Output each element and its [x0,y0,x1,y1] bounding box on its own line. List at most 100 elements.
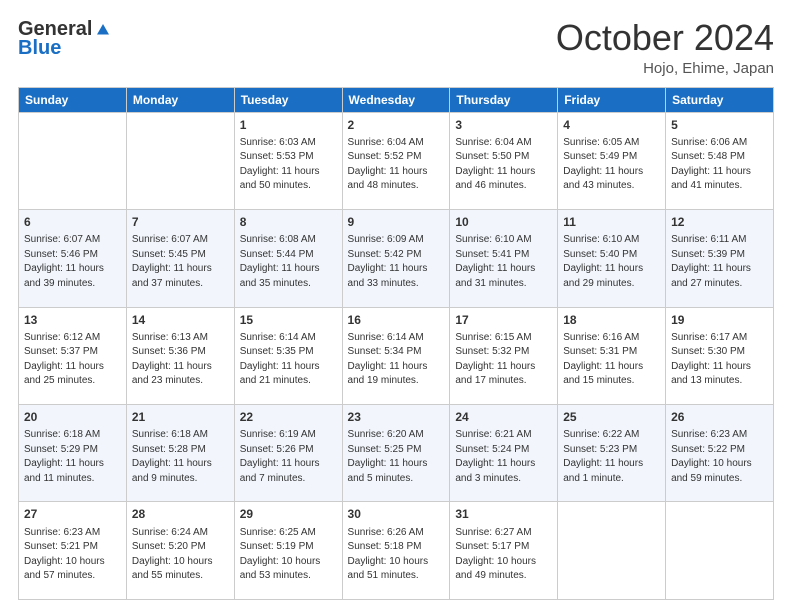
daylight-text: Daylight: 11 hours and 41 minutes. [671,166,751,192]
day-number: 24 [455,409,552,426]
day-number: 1 [240,117,337,134]
sunrise-text: Sunrise: 6:15 AM [455,332,531,343]
sunset-text: Sunset: 5:22 PM [671,444,745,455]
daylight-text: Daylight: 11 hours and 43 minutes. [563,166,643,192]
daylight-text: Daylight: 10 hours and 53 minutes. [240,556,321,582]
daylight-text: Daylight: 11 hours and 31 minutes. [455,263,535,289]
sunset-text: Sunset: 5:17 PM [455,541,529,552]
calendar-cell: 5Sunrise: 6:06 AMSunset: 5:48 PMDaylight… [666,112,774,209]
sunrise-text: Sunrise: 6:09 AM [348,234,424,245]
day-header-friday: Friday [558,87,666,112]
page: General Blue October 2024 Hojo, Ehime, J… [0,0,792,612]
sunset-text: Sunset: 5:53 PM [240,151,314,162]
sunset-text: Sunset: 5:28 PM [132,444,206,455]
sunset-text: Sunset: 5:50 PM [455,151,529,162]
sunset-text: Sunset: 5:42 PM [348,249,422,260]
day-number: 3 [455,117,552,134]
sunrise-text: Sunrise: 6:11 AM [671,234,746,245]
week-row-3: 13Sunrise: 6:12 AMSunset: 5:37 PMDayligh… [19,307,774,404]
daylight-text: Daylight: 11 hours and 1 minute. [563,458,643,484]
calendar-cell: 6Sunrise: 6:07 AMSunset: 5:46 PMDaylight… [19,210,127,307]
sunrise-text: Sunrise: 6:23 AM [671,429,747,440]
logo-blue: Blue [18,37,61,60]
daylight-text: Daylight: 11 hours and 29 minutes. [563,263,643,289]
daylight-text: Daylight: 11 hours and 23 minutes. [132,361,212,387]
sunrise-text: Sunrise: 6:13 AM [132,332,208,343]
sunset-text: Sunset: 5:36 PM [132,346,206,357]
daylight-text: Daylight: 11 hours and 3 minutes. [455,458,535,484]
month-title: October 2024 [556,18,774,58]
sunset-text: Sunset: 5:40 PM [563,249,637,260]
daylight-text: Daylight: 11 hours and 15 minutes. [563,361,643,387]
header: General Blue October 2024 Hojo, Ehime, J… [18,18,774,77]
sunrise-text: Sunrise: 6:19 AM [240,429,316,440]
sunset-text: Sunset: 5:20 PM [132,541,206,552]
daylight-text: Daylight: 10 hours and 51 minutes. [348,556,429,582]
week-row-1: 1 Sunrise: 6:03 AM Sunset: 5:53 PM Daylight… [19,112,774,209]
sunset-text: Sunset: 5:48 PM [671,151,745,162]
sunrise-text: Sunrise: 6:22 AM [563,429,639,440]
day-header-wednesday: Wednesday [342,87,450,112]
sunset-text: Sunset: 5:26 PM [240,444,314,455]
sunset-text: Sunset: 5:35 PM [240,346,314,357]
sunset-text: Sunset: 5:41 PM [455,249,529,260]
calendar-cell: 10Sunrise: 6:10 AMSunset: 5:41 PMDayligh… [450,210,558,307]
daylight-text: Daylight: 10 hours and 55 minutes. [132,556,213,582]
calendar-cell: 2Sunrise: 6:04 AMSunset: 5:52 PMDaylight… [342,112,450,209]
calendar-cell: 22Sunrise: 6:19 AMSunset: 5:26 PMDayligh… [234,405,342,502]
day-number: 19 [671,312,768,329]
logo-icon [94,21,112,39]
daylight-text: Daylight: 11 hours and 21 minutes. [240,361,320,387]
day-header-saturday: Saturday [666,87,774,112]
calendar-cell: 13Sunrise: 6:12 AMSunset: 5:37 PMDayligh… [19,307,127,404]
calendar-cell: 17Sunrise: 6:15 AMSunset: 5:32 PMDayligh… [450,307,558,404]
day-header-thursday: Thursday [450,87,558,112]
daylight-text: Daylight: 11 hours and 9 minutes. [132,458,212,484]
calendar-cell: 15Sunrise: 6:14 AMSunset: 5:35 PMDayligh… [234,307,342,404]
sunrise-text: Sunrise: 6:04 AM [455,137,531,148]
sunrise-text: Sunrise: 6:03 AM [240,137,316,148]
calendar-cell: 3Sunrise: 6:04 AMSunset: 5:50 PMDaylight… [450,112,558,209]
calendar-cell: 26Sunrise: 6:23 AMSunset: 5:22 PMDayligh… [666,405,774,502]
logo: General Blue [18,18,112,60]
day-number: 16 [348,312,445,329]
sunrise-text: Sunrise: 6:25 AM [240,527,316,538]
calendar-cell: 16Sunrise: 6:14 AMSunset: 5:34 PMDayligh… [342,307,450,404]
daylight-text: Daylight: 11 hours and 50 minutes. [240,166,320,192]
day-number: 30 [348,506,445,523]
sunrise-text: Sunrise: 6:07 AM [132,234,208,245]
sunrise-text: Sunrise: 6:27 AM [455,527,531,538]
day-number: 2 [348,117,445,134]
calendar-cell: 20Sunrise: 6:18 AMSunset: 5:29 PMDayligh… [19,405,127,502]
sunset-text: Sunset: 5:30 PM [671,346,745,357]
calendar-cell: 30Sunrise: 6:26 AMSunset: 5:18 PMDayligh… [342,502,450,600]
day-number: 11 [563,214,660,231]
title-block: October 2024 Hojo, Ehime, Japan [556,18,774,77]
day-headers-row: SundayMondayTuesdayWednesdayThursdayFrid… [19,87,774,112]
sunset-text: Sunset: 5:32 PM [455,346,529,357]
sunset-text: Sunset: 5:44 PM [240,249,314,260]
day-number: 23 [348,409,445,426]
calendar-cell: 9 Sunrise: 6:09 AM Sunset: 5:42 PM Daylight… [342,210,450,307]
calendar-table: SundayMondayTuesdayWednesdayThursdayFrid… [18,87,774,600]
day-number: 12 [671,214,768,231]
calendar-header: SundayMondayTuesdayWednesdayThursdayFrid… [19,87,774,112]
sunrise-text: Sunrise: 6:08 AM [240,234,316,245]
day-number: 9 [348,214,445,231]
day-number: 5 [671,117,768,134]
daylight-text: Daylight: 10 hours and 59 minutes. [671,458,752,484]
day-number: 29 [240,506,337,523]
sunset-text: Sunset: 5:34 PM [348,346,422,357]
sunrise-text: Sunrise: 6:20 AM [348,429,424,440]
sunset-text: Sunset: 5:46 PM [24,249,98,260]
sunrise-text: Sunrise: 6:10 AM [563,234,639,245]
day-number: 27 [24,506,121,523]
day-number: 28 [132,506,229,523]
daylight-text: Daylight: 11 hours and 33 minutes. [348,263,428,289]
daylight-text: Daylight: 11 hours and 37 minutes. [132,263,212,289]
calendar-cell: 28Sunrise: 6:24 AMSunset: 5:20 PMDayligh… [126,502,234,600]
sunrise-text: Sunrise: 6:18 AM [24,429,100,440]
sunset-text: Sunset: 5:23 PM [563,444,637,455]
calendar-cell: 31Sunrise: 6:27 AMSunset: 5:17 PMDayligh… [450,502,558,600]
calendar-cell: 27Sunrise: 6:23 AMSunset: 5:21 PMDayligh… [19,502,127,600]
